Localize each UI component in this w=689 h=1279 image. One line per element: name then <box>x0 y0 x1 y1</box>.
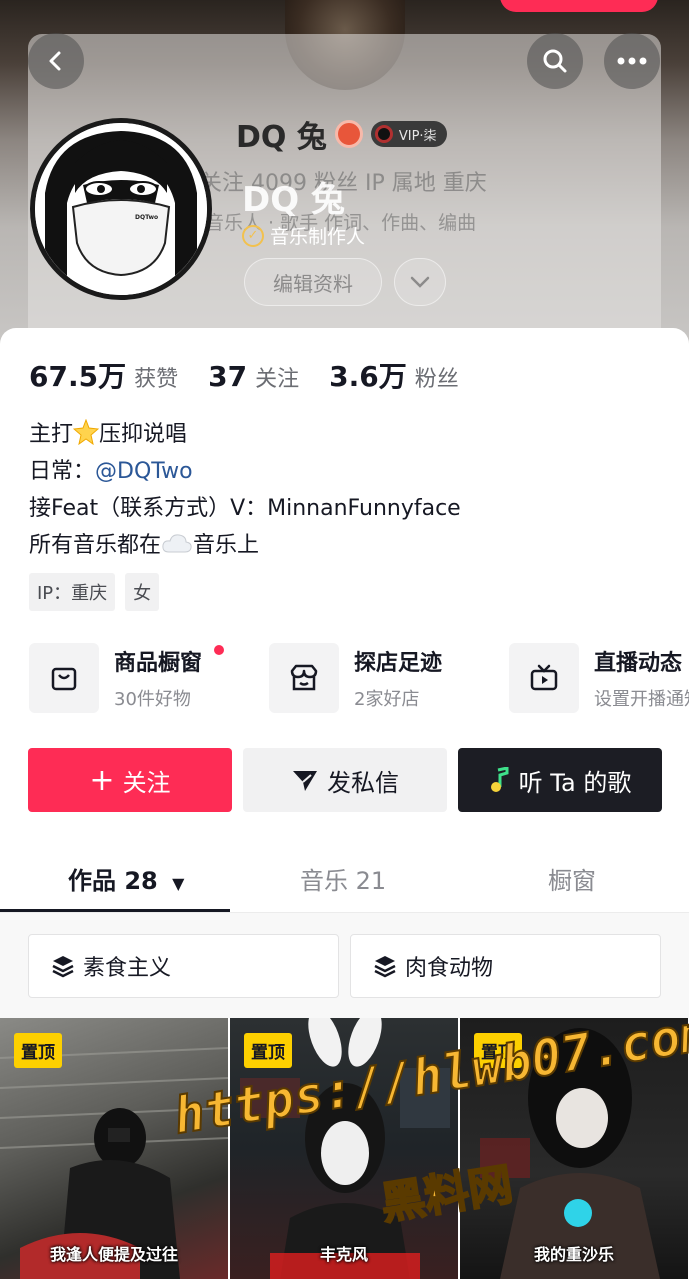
follow-button[interactable]: + 关注 <box>28 748 232 812</box>
services-row: 商品橱窗 30件好物 探店足迹 2家好店 直播动态 设置开播通知 <box>29 643 689 715</box>
service-subtitle: 设置开播通知 <box>594 689 689 710</box>
expand-button[interactable] <box>394 258 446 306</box>
tab-works-label: 作品 28 <box>68 867 158 895</box>
service-subtitle: 30件好物 <box>114 689 191 710</box>
bio-text: 主打 <box>29 422 74 447</box>
vip-label: VIP·柒 <box>398 128 437 144</box>
back-button[interactable] <box>28 33 84 89</box>
pinned-badge: 置顶 <box>244 1033 292 1068</box>
followers-count[interactable]: 3.6万 <box>329 355 407 395</box>
plus-icon: + <box>89 762 115 798</box>
tab-works[interactable]: 作品 28 ▼ <box>68 861 184 896</box>
tab-music[interactable]: 音乐 21 <box>300 861 386 896</box>
collections-bar: 素食主义 肉食动物 <box>0 913 689 1018</box>
bio-text: 压抑说唱 <box>99 422 188 447</box>
edit-profile-button[interactable]: 编辑资料 <box>244 258 382 306</box>
bio-line-4: 所有音乐都在 音乐上 <box>29 527 461 564</box>
bio-text: 音乐上 <box>193 533 260 558</box>
service-subtitle: 2家好店 <box>354 689 420 710</box>
follow-label: 关注 <box>122 768 171 797</box>
listen-songs-button[interactable]: 听 Ta 的歌 <box>458 748 662 812</box>
message-button[interactable]: 发私信 <box>243 748 447 812</box>
bio-line-2: 日常：@DQTwo <box>29 453 461 490</box>
producer-label: 音乐制作人 <box>270 226 366 248</box>
mention-link[interactable]: @DQTwo <box>95 459 193 484</box>
service-title: 探店足迹 <box>354 651 443 676</box>
bio-text: 所有音乐都在 <box>29 533 162 558</box>
service-title: 商品橱窗 <box>114 651 203 676</box>
tv-icon <box>509 643 579 713</box>
star-emoji-icon <box>73 419 100 445</box>
overlay-profile-name: DQ 兔 <box>242 180 345 220</box>
shopping-bag-icon <box>29 643 99 713</box>
bio-line-3: 接Feat（联系方式）V：MinnanFunnyface <box>29 496 461 521</box>
listen-label: 听 Ta 的歌 <box>518 768 632 797</box>
active-tab-indicator <box>0 909 230 912</box>
following-count[interactable]: 37 <box>208 360 247 393</box>
video-caption: 丰克风 <box>319 1245 368 1264</box>
search-icon <box>543 49 567 73</box>
collection-vegetarian[interactable]: 素食主义 <box>28 934 339 998</box>
bio-line-1: 主打 压抑说唱 <box>29 416 461 453</box>
ip-location-tag: IP：重庆 <box>29 573 116 611</box>
service-live-updates[interactable]: 直播动态 设置开播通知 <box>509 643 689 713</box>
followers-label[interactable]: 粉丝 <box>415 361 459 393</box>
watermark-overlay: https://hlwb07.com 黑料网 <box>160 1002 689 1231</box>
bio-text: 日常： <box>29 459 96 484</box>
video-caption: 我的重沙乐 <box>533 1245 614 1264</box>
likes-label: 获赞 <box>134 367 179 392</box>
following-label[interactable]: 关注 <box>255 361 299 393</box>
tags-row: IP：重庆 女 <box>29 573 160 611</box>
vip-badge[interactable]: VIP·柒 <box>370 121 447 147</box>
service-title: 直播动态 <box>594 651 683 676</box>
profile-name-row: DQ 兔 VIP·柒 <box>236 112 447 156</box>
tab-shop-window[interactable]: 橱窗 <box>548 861 596 896</box>
layers-icon <box>52 956 74 978</box>
vinyl-disc-icon <box>374 125 393 143</box>
send-icon <box>293 771 317 791</box>
avatar-illustration: DQTwo <box>35 123 207 295</box>
stats-row: 67.5万 获赞 37 关注 3.6万 粉丝 <box>29 355 489 395</box>
action-buttons: + 关注 发私信 听 Ta 的歌 <box>28 748 662 812</box>
more-options-button[interactable] <box>604 33 660 89</box>
verified-check-icon: ✓ <box>242 224 264 247</box>
search-button[interactable] <box>527 33 583 89</box>
collection-label: 素食主义 <box>83 956 172 981</box>
chevron-down-icon <box>410 276 430 288</box>
svg-text:DQTwo: DQTwo <box>135 214 158 221</box>
collection-label: 肉食动物 <box>405 956 494 981</box>
watermark-text: 黑料网 <box>377 1158 517 1231</box>
service-store-visits[interactable]: 探店足迹 2家好店 <box>269 643 442 713</box>
layers-icon <box>374 956 396 978</box>
bio: 主打 压抑说唱 日常：@DQTwo 接Feat（联系方式）V：MinnanFunn… <box>29 416 461 564</box>
collection-carnivore[interactable]: 肉食动物 <box>350 934 661 998</box>
cloud-icon <box>162 534 192 553</box>
notification-dot <box>214 645 224 655</box>
video-caption: 我逢人便提及过往 <box>49 1245 178 1264</box>
pinned-badge: 置顶 <box>14 1033 62 1068</box>
gender-tag: 女 <box>125 573 160 611</box>
store-icon <box>269 643 339 713</box>
message-label: 发私信 <box>327 768 399 797</box>
music-badge-icon[interactable] <box>334 120 363 148</box>
profile-name: DQ 兔 <box>236 120 327 155</box>
header-red-pill <box>500 0 658 12</box>
producer-verification: ✓ 音乐制作人 <box>242 222 365 249</box>
content-tabs: 作品 28 ▼ 音乐 21 橱窗 <box>0 843 689 913</box>
likes-count: 67.5万 <box>29 360 127 393</box>
chevron-left-icon <box>49 51 61 71</box>
more-dots-icon <box>617 57 647 65</box>
profile-avatar[interactable]: DQTwo <box>30 118 212 300</box>
music-note-icon <box>490 767 509 792</box>
caret-down-icon: ▼ <box>172 874 185 893</box>
service-shop-window[interactable]: 商品橱窗 30件好物 <box>29 643 224 713</box>
